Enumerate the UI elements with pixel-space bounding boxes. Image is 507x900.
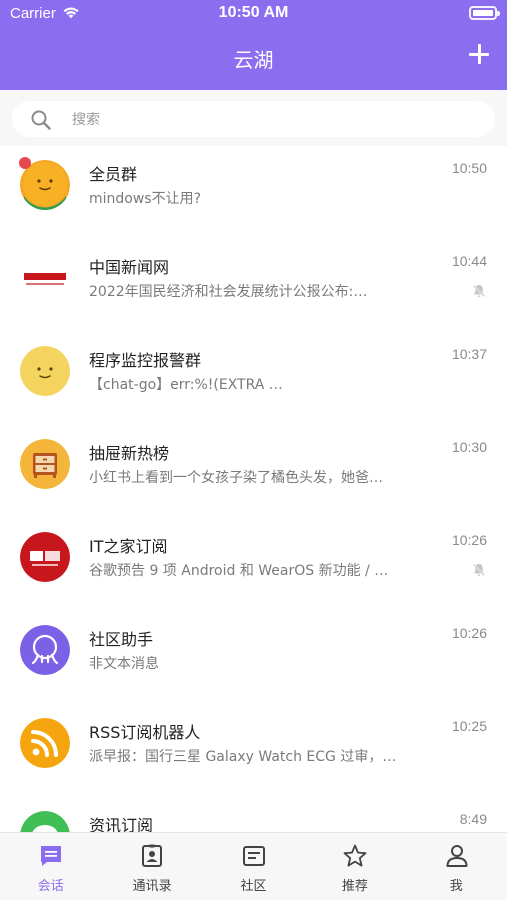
conversation-preview: mindows不让用? [89, 191, 202, 207]
conversation-preview: 派早报：国行三星 Galaxy Watch ECG 过审，… [89, 749, 397, 765]
conversation-preview: 【chat-go】err:%!(EXTRA … [89, 377, 283, 393]
conversation-time: 10:50 [451, 160, 487, 176]
conversation-name: RSS订阅机器人 [89, 723, 201, 742]
mute-bell-icon [472, 563, 486, 577]
status-clock: 10:50 AM [218, 4, 289, 21]
tab-label: 我 [449, 879, 463, 894]
conversation-row[interactable]: 资讯订阅 8:49 [0, 797, 507, 832]
conversation-name: 资讯订阅 [89, 816, 154, 832]
conversation-row[interactable]: 中国新闻网 2022年国民经济和社会发展统计公报公布:… 10:44 [0, 239, 507, 332]
tab-community[interactable]: 社区 [203, 833, 304, 900]
person-icon [446, 845, 468, 867]
conversation-name: 全员群 [89, 165, 138, 184]
tab-label: 推荐 [341, 879, 368, 894]
conversation-name: 社区助手 [89, 630, 154, 649]
search-bar-container [0, 90, 507, 146]
chat-icon [41, 846, 61, 866]
conversation-row[interactable]: 社区助手 非文本消息 10:26 [0, 611, 507, 704]
tab-label: 通讯录 [132, 879, 172, 894]
bottom-tab-bar: 会话 通讯录 社区 推荐 我 [0, 832, 507, 900]
conversation-name: 抽屉新热榜 [89, 444, 170, 463]
conversation-row[interactable]: RSS订阅机器人 派早报：国行三星 Galaxy Watch ECG 过审，… … [0, 704, 507, 797]
conversation-time: 10:37 [451, 346, 487, 362]
drawer-icon-avatar [20, 439, 70, 489]
page-title: 云湖 [233, 48, 274, 72]
contacts-icon [142, 844, 163, 867]
chinanews-logo-avatar [20, 253, 70, 303]
search-icon [31, 110, 51, 130]
conversation-list: 全员群 mindows不让用? 10:50 中国新闻网 2022年国民经济和社会… [0, 146, 507, 832]
tab-contacts[interactable]: 通讯录 [101, 833, 202, 900]
community-icon [242, 846, 265, 866]
search-input[interactable] [72, 109, 472, 131]
conversation-time: 10:30 [451, 439, 487, 455]
add-button[interactable] [465, 40, 493, 68]
conversation-preview: 非文本消息 [89, 656, 159, 672]
conversation-preview: 小红书上看到一个女孩子染了橘色头发，她爸… [89, 470, 383, 486]
conversation-name: 程序监控报警群 [89, 351, 202, 370]
tab-label: 会话 [37, 879, 64, 894]
ithome-logo-avatar [20, 532, 70, 582]
tab-me[interactable]: 我 [406, 833, 507, 900]
conversation-name: 中国新闻网 [89, 258, 170, 277]
unread-dot [19, 157, 31, 169]
conversation-preview: 谷歌预告 9 项 Android 和 WearOS 新功能 / … [89, 563, 389, 579]
rss-icon-avatar [20, 718, 70, 768]
conversation-time: 10:25 [451, 718, 487, 734]
conversation-row[interactable]: IT之家订阅 谷歌预告 9 项 Android 和 WearOS 新功能 / …… [0, 518, 507, 611]
conversation-time: 8:49 [459, 811, 487, 827]
conversation-preview: 2022年国民经济和社会发展统计公报公布:… [89, 284, 368, 300]
conversation-name: IT之家订阅 [89, 537, 168, 556]
conversation-time: 10:26 [451, 532, 487, 548]
conversation-row[interactable]: 程序监控报警群 【chat-go】err:%!(EXTRA … 10:37 [0, 332, 507, 425]
tab-recommend[interactable]: 推荐 [304, 833, 405, 900]
news-chat-avatar [20, 811, 70, 832]
status-bar: Carrier 10:50 AM [0, 0, 507, 28]
star-icon [343, 844, 367, 867]
conversation-row[interactable]: 全员群 mindows不让用? 10:50 [0, 146, 507, 239]
app-header: Carrier 10:50 AM 云湖 [0, 0, 507, 90]
battery-icon [469, 6, 500, 20]
search-bar[interactable] [12, 101, 495, 137]
tab-chats[interactable]: 会话 [0, 833, 101, 900]
mute-bell-icon [472, 284, 486, 298]
conversation-time: 10:26 [451, 625, 487, 641]
conversation-row[interactable]: 抽屉新热榜 小红书上看到一个女孩子染了橘色头发，她爸… 10:30 [0, 425, 507, 518]
group-avatar-yellow-face [20, 346, 70, 396]
community-assistant-avatar [20, 625, 70, 675]
tab-label: 社区 [240, 879, 267, 894]
conversation-time: 10:44 [451, 253, 487, 269]
